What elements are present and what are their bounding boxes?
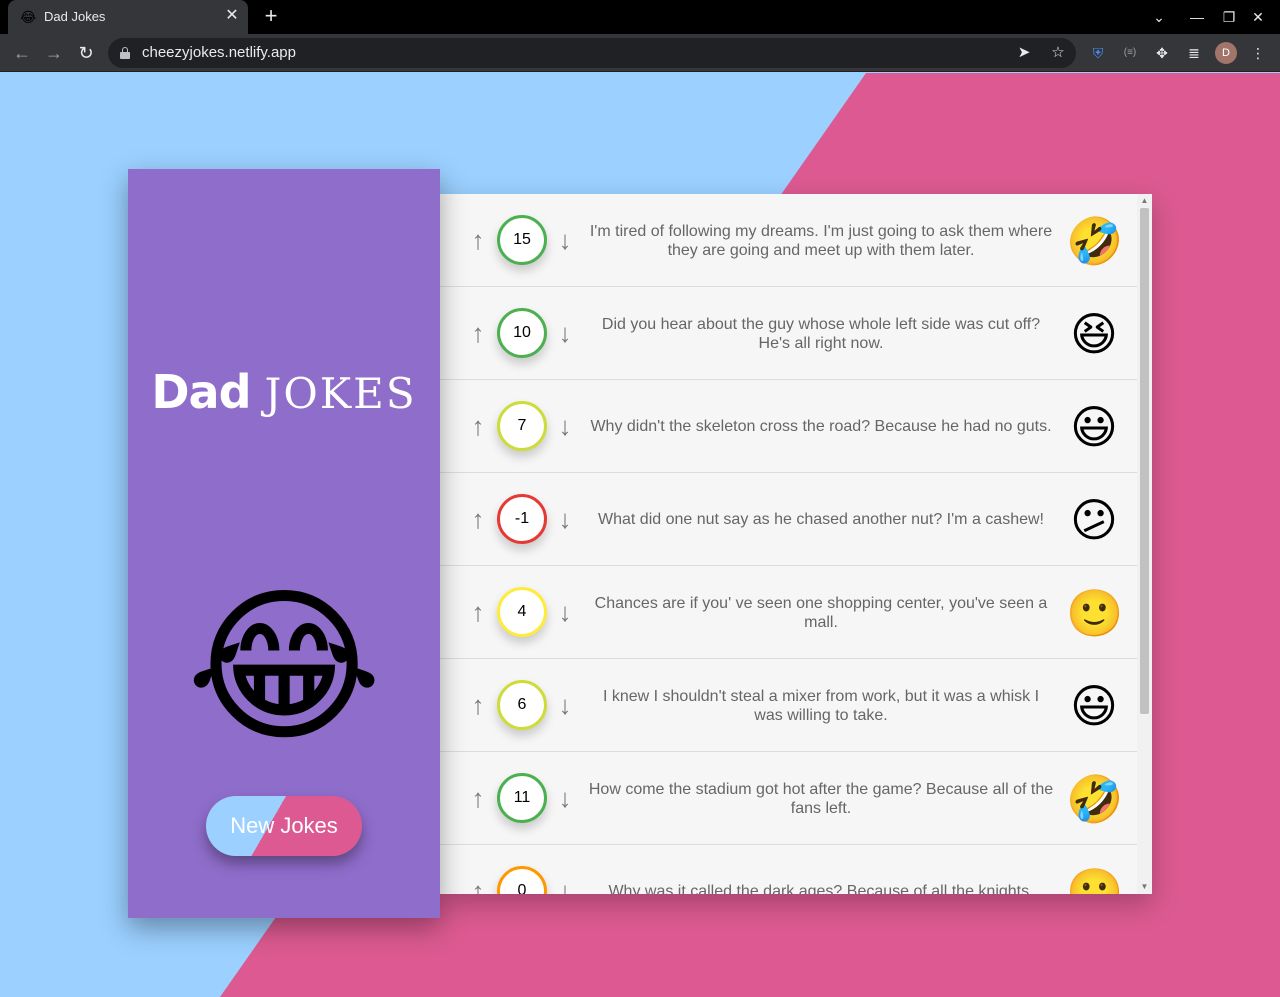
joke-text: Did you hear about the guy whose whole l… [601,315,1041,352]
shield-extension-icon[interactable]: ⛨ [1088,43,1108,63]
laughing-tears-emoji-icon: 😂 [186,573,383,761]
vote-count: 7 [497,401,547,451]
browser-tab[interactable]: 😂 Dad Jokes ✕ [8,0,248,34]
downvote-arrow-icon[interactable]: ↓ [553,784,577,812]
joke-text: I'm tired of following my dreams. I'm ju… [589,222,1053,259]
address-bar[interactable]: cheezyjokes.netlify.app ➤ ☆ [108,38,1076,68]
bookmark-star-icon[interactable]: ☆ [1048,43,1068,63]
profile-avatar[interactable]: D [1215,42,1237,64]
joke-row: ↑ -1 ↓ What did one nut say as he chased an… [440,473,1137,566]
upvote-arrow-icon[interactable]: ↑ [466,784,490,812]
vote-count: 6 [497,680,547,730]
joke-reaction-emoji-icon: 😃 [1070,401,1118,453]
page-viewport: Dad JOKES 😂 New Jokes ↑ 15 ↓ I'm tired of fo… [0,73,1280,997]
joke-row: ↑ 7 ↓ Why didn't the skeleton cross the roa… [440,380,1137,473]
joke-text: I knew I shouldn't steal a mixer from wo… [602,687,1040,724]
joke-text: How come the stadium got hot after the g… [588,780,1054,817]
media-queue-icon[interactable]: ≣ [1184,43,1204,63]
send-tab-icon[interactable]: ➤ [1014,43,1034,63]
vote-count: 0 [497,866,547,894]
downvote-arrow-icon[interactable]: ↓ [553,598,577,626]
downvote-arrow-icon[interactable]: ↓ [553,226,577,254]
vote-count: -1 [497,494,547,544]
downvote-arrow-icon[interactable]: ↓ [553,877,577,894]
joke-text: Why was it called the dark ages? Because… [608,883,1034,894]
upvote-arrow-icon[interactable]: ↑ [466,226,490,254]
tab-search-icon[interactable]: ⌄ [1150,8,1168,26]
joke-reaction-emoji-icon: 😕 [1070,494,1118,546]
forward-icon[interactable]: → [42,41,66,65]
vote-count: 11 [497,773,547,823]
joke-reaction-emoji-icon: 🙂 [1066,866,1124,894]
vote-count: 15 [497,215,547,265]
downvote-arrow-icon[interactable]: ↓ [553,691,577,719]
menu-kebab-icon[interactable]: ⋮ [1248,43,1268,63]
app-title: Dad JOKES [128,365,440,419]
joke-reaction-emoji-icon: 🙂 [1066,587,1124,639]
joke-text: What did one nut say as he chased anothe… [598,511,1044,528]
lock-icon [120,47,130,59]
joke-reaction-emoji-icon: 😃 [1070,680,1118,732]
scrollbar[interactable]: ▲ ▼ [1137,194,1152,894]
tab-title: Dad Jokes [44,9,106,24]
new-jokes-button[interactable]: New Jokes [206,796,362,856]
url-text[interactable]: cheezyjokes.netlify.app [142,45,296,61]
upvote-arrow-icon[interactable]: ↑ [466,505,490,533]
restore-icon[interactable]: ❐ [1220,8,1238,26]
upvote-arrow-icon[interactable]: ↑ [466,691,490,719]
joke-reaction-emoji-icon: 🤣 [1066,773,1124,825]
upvote-arrow-icon[interactable]: ↑ [466,319,490,347]
tab-favicon-icon: 😂 [20,9,37,25]
back-icon[interactable]: ← [10,41,34,65]
joke-row: ↑ 0 ↓ Why was it called the dark ages? Beca… [440,845,1137,894]
reload-icon[interactable]: ↻ [74,41,98,65]
downvote-arrow-icon[interactable]: ↓ [553,505,577,533]
joke-row: ↑ 15 ↓ I'm tired of following my dreams. I'… [440,194,1137,287]
scroll-up-arrow-icon[interactable]: ▲ [1137,195,1152,207]
upvote-arrow-icon[interactable]: ↑ [466,412,490,440]
scroll-down-arrow-icon[interactable]: ▼ [1137,881,1152,893]
close-window-icon[interactable]: ✕ [1249,8,1267,26]
browser-toolbar: ← → ↻ cheezyjokes.netlify.app ➤ ☆ ⛨ (≡) … [0,34,1280,72]
joke-row: ↑ 11 ↓ How come the stadium got hot after t… [440,752,1137,845]
upvote-arrow-icon[interactable]: ↑ [466,598,490,626]
new-tab-icon[interactable]: + [259,5,283,29]
joke-text: Chances are if you' ve seen one shopping… [594,594,1048,631]
joke-row: ↑ 10 ↓ Did you hear about the guy whose who… [440,287,1137,380]
joke-list: ↑ 15 ↓ I'm tired of following my dreams. I'… [440,194,1137,894]
title-dad: Dad [151,365,251,419]
joke-row: ↑ 6 ↓ I knew I shouldn't steal a mixer from… [440,659,1137,752]
downvote-arrow-icon[interactable]: ↓ [553,412,577,440]
vote-count: 4 [497,587,547,637]
close-tab-icon[interactable]: ✕ [224,8,240,24]
sidebar: Dad JOKES 😂 New Jokes [128,169,440,918]
browser-tab-bar: 😂 Dad Jokes ✕ + ⌄ — ❐ ✕ [0,0,1280,34]
downvote-arrow-icon[interactable]: ↓ [553,319,577,347]
minimize-icon[interactable]: — [1188,8,1206,26]
jokes-panel[interactable]: ↑ 15 ↓ I'm tired of following my dreams. I'… [440,194,1152,894]
scroll-thumb[interactable] [1140,208,1149,714]
extension-icon[interactable]: (≡) [1120,43,1140,63]
upvote-arrow-icon[interactable]: ↑ [466,877,490,894]
vote-count: 10 [497,308,547,358]
puzzle-extensions-icon[interactable]: ✥ [1152,43,1172,63]
joke-text: Why didn't the skeleton cross the road? … [590,418,1052,435]
joke-row: ↑ 4 ↓ Chances are if you' ve seen one shopp… [440,566,1137,659]
joke-reaction-emoji-icon: 😆 [1070,308,1118,360]
joke-reaction-emoji-icon: 🤣 [1066,215,1124,267]
title-jokes: JOKES [264,369,417,418]
